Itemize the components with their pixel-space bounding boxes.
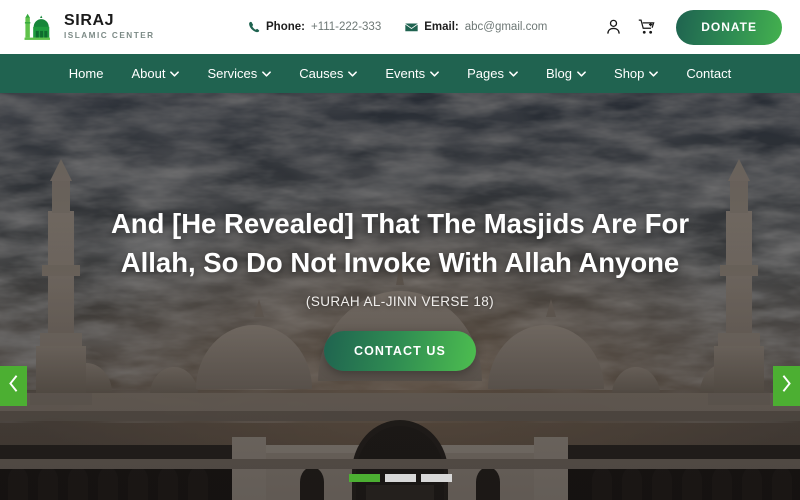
cart-plus-icon[interactable] xyxy=(636,16,656,38)
nav-item-label: Home xyxy=(68,66,104,81)
nav-item-pages[interactable]: Pages xyxy=(453,54,532,93)
hero-title: And [He Revealed] That The Masjids Are F… xyxy=(110,207,690,278)
chevron-right-icon xyxy=(781,375,792,397)
contact-us-button[interactable]: CONTACT US xyxy=(323,331,476,372)
hero-slider: And [He Revealed] That The Masjids Are F… xyxy=(0,93,800,500)
phone-contact[interactable]: Phone: +111-222-333 xyxy=(248,21,381,33)
slider-next-button[interactable] xyxy=(773,366,800,406)
nav-item-events[interactable]: Events xyxy=(371,54,453,93)
slider-prev-button[interactable] xyxy=(0,366,27,406)
nav-item-label: About xyxy=(131,66,166,81)
nav-item-label: Causes xyxy=(299,66,344,81)
hero-content: And [He Revealed] That The Masjids Are F… xyxy=(0,93,800,500)
slider-dot-1[interactable] xyxy=(348,474,380,482)
nav-item-contact[interactable]: Contact xyxy=(672,54,745,93)
chevron-down-icon xyxy=(348,71,358,77)
chevron-down-icon xyxy=(509,71,518,77)
brand-name: SIRAJ xyxy=(64,12,115,30)
envelope-icon xyxy=(405,21,418,34)
nav-item-label: Blog xyxy=(546,66,573,81)
nav-item-services[interactable]: Services xyxy=(193,54,285,93)
email-label: Email: xyxy=(424,21,459,33)
user-icon[interactable] xyxy=(603,16,623,38)
nav-item-shop[interactable]: Shop xyxy=(600,54,672,93)
mosque-icon xyxy=(22,11,55,44)
chevron-down-icon xyxy=(170,71,180,77)
slider-pagination xyxy=(0,474,800,482)
main-navigation: Home About Services Causes Events Pages Blog Sh… xyxy=(0,54,800,93)
chevron-left-icon xyxy=(8,375,19,397)
chevron-down-icon xyxy=(649,71,659,77)
chevron-down-icon xyxy=(262,71,272,77)
top-bar: SIRAJ ISLAMIC CENTER Phone: +111-222-333… xyxy=(0,0,800,54)
nav-item-blog[interactable]: Blog xyxy=(532,54,600,93)
phone-icon xyxy=(248,21,260,33)
nav-item-about[interactable]: About xyxy=(117,54,193,93)
nav-item-causes[interactable]: Causes xyxy=(285,54,371,93)
nav-item-label: Shop xyxy=(614,66,645,81)
slider-dot-2[interactable] xyxy=(384,474,416,482)
slider-dot-3[interactable] xyxy=(420,474,452,482)
nav-item-label: Pages xyxy=(467,66,504,81)
email-value: abc@gmail.com xyxy=(464,21,548,33)
chevron-down-icon xyxy=(430,71,439,77)
top-bar-actions: DONATE xyxy=(603,0,782,54)
donate-button[interactable]: DONATE xyxy=(676,9,782,45)
chevron-down-icon xyxy=(577,71,586,77)
phone-value: +111-222-333 xyxy=(310,21,382,33)
contact-info: Phone: +111-222-333 Email: abc@gmail.com xyxy=(248,0,547,54)
hero-subtitle: (SURAH AL-JINN VERSE 18) xyxy=(305,294,495,310)
nav-item-home[interactable]: Home xyxy=(55,54,118,93)
email-contact[interactable]: Email: abc@gmail.com xyxy=(405,21,547,34)
brand-tagline: ISLAMIC CENTER xyxy=(64,31,155,41)
phone-label: Phone: xyxy=(266,21,305,33)
nav-item-label: Services xyxy=(207,66,258,81)
nav-item-label: Events xyxy=(385,66,426,81)
nav-item-label: Contact xyxy=(686,66,732,81)
brand-logo[interactable]: SIRAJ ISLAMIC CENTER xyxy=(22,11,155,44)
